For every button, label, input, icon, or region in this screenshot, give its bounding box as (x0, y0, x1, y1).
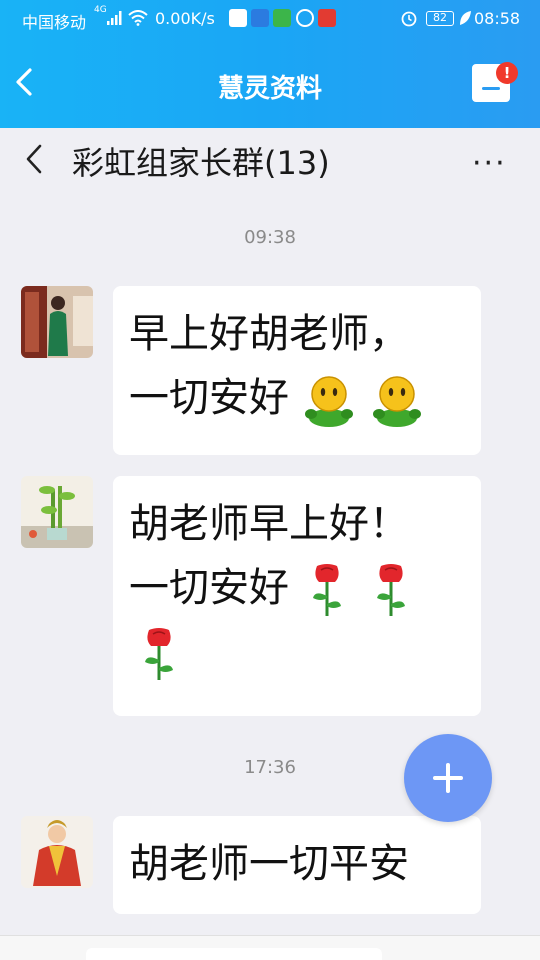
rose-icon (313, 564, 341, 616)
message-text: 胡老师一切平安 (129, 841, 409, 887)
chat-header: 彩虹组家长群(13) ··· (0, 128, 540, 190)
message-text-line: 一切安好 (129, 556, 465, 620)
play-notification-icon (273, 9, 291, 27)
plus-icon (446, 763, 450, 793)
group-name: 彩虹组家长群(13) (72, 144, 330, 182)
more-options-button[interactable]: ··· (472, 146, 507, 181)
app-notification-icon (229, 9, 247, 27)
smiley-face-icon (373, 376, 421, 427)
message-text: 早上好胡老师， (129, 311, 409, 357)
app-notification-icon (251, 9, 269, 27)
carrier-name: 中国移动 (22, 13, 87, 32)
message-bubble[interactable]: 胡老师早上好！ 一切安好 (113, 476, 481, 716)
app-header: 慧灵资料 ! (0, 38, 540, 128)
input-bar (0, 935, 540, 960)
hotspot-icon (296, 9, 314, 27)
avatar-photo (21, 286, 93, 358)
smiley-face-icon (305, 376, 353, 427)
network-type: 4G (94, 5, 107, 15)
rose-icon (145, 628, 173, 680)
avatar[interactable] (21, 476, 93, 548)
message-text: 一切安好 (129, 375, 289, 421)
app-notification-icon (318, 9, 336, 27)
avatar-photo (21, 816, 93, 888)
avatar-photo (21, 476, 93, 548)
add-button[interactable] (404, 734, 492, 822)
wifi-icon (128, 10, 148, 26)
message-text: 一切安好 (129, 565, 289, 611)
avatar[interactable] (21, 286, 93, 358)
battery-indicator: 82 (426, 11, 454, 26)
message-timestamp: 09:38 (244, 227, 296, 248)
status-bar: 中国移动 4G 0.00K/s 82 08:58 (0, 0, 540, 38)
power-saving-icon (460, 11, 471, 25)
message-emoji-line (129, 620, 465, 684)
message-icon (482, 87, 500, 90)
notification-badge: ! (496, 62, 518, 84)
rose-icon (377, 564, 405, 616)
message-bubble[interactable]: 胡老师一切平安 (113, 816, 481, 914)
back-chevron-icon[interactable] (22, 142, 48, 176)
signal-icon (107, 11, 122, 25)
message-bubble[interactable]: 早上好胡老师， 一切安好 (113, 286, 481, 455)
message-text-line: 一切安好 (129, 366, 465, 430)
message-text: 胡老师早上好！ (129, 501, 409, 547)
app-title: 慧灵资料 (217, 74, 322, 104)
avatar[interactable] (21, 816, 93, 888)
network-speed: 0.00K/s (155, 9, 215, 28)
clock: 08:58 (474, 9, 521, 28)
alarm-icon (401, 11, 417, 27)
message-input[interactable] (86, 948, 382, 960)
